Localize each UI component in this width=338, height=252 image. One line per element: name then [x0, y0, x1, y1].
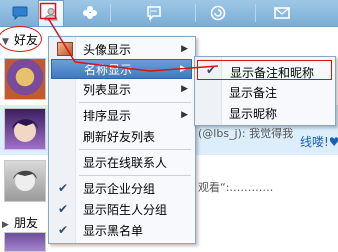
annotation-lines	[39, 2, 219, 72]
